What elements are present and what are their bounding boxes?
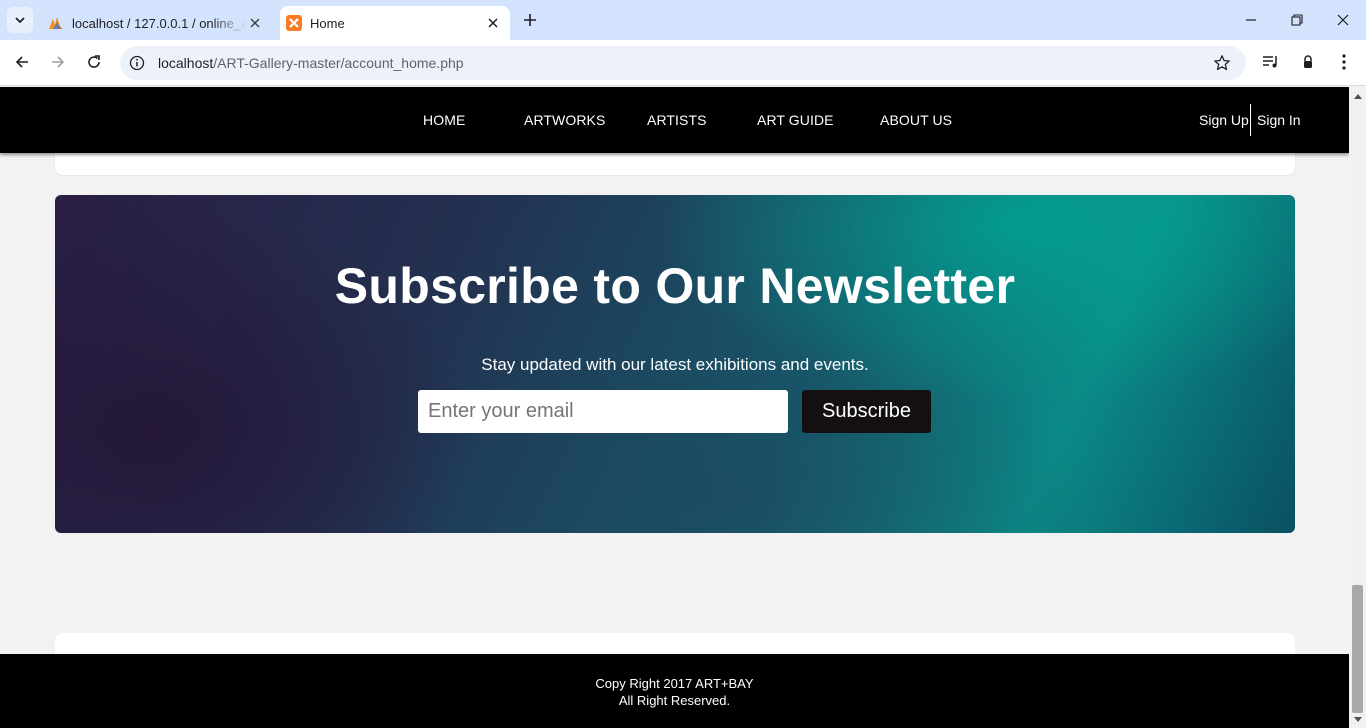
- url-text: localhost/ART-Gallery-master/account_hom…: [158, 55, 464, 71]
- xampp-icon: [286, 15, 302, 31]
- close-icon[interactable]: [246, 14, 264, 32]
- reload-button[interactable]: [80, 48, 108, 76]
- media-controls-button[interactable]: [1257, 48, 1285, 76]
- new-tab-button[interactable]: [519, 9, 541, 31]
- sign-up-link[interactable]: Sign Up: [1199, 112, 1249, 128]
- tab-title: Home: [310, 15, 345, 31]
- browser-tab-bar: localhost / 127.0.0.1 / online_art Home: [0, 0, 1366, 40]
- tab-search-button[interactable]: [7, 7, 33, 33]
- reload-icon: [88, 55, 100, 68]
- nav-about-us[interactable]: ABOUT US: [880, 112, 952, 128]
- restore-icon: [1291, 14, 1303, 26]
- phpmyadmin-icon: [48, 15, 64, 31]
- lock-profile-icon: [1300, 54, 1316, 70]
- footer-rights: All Right Reserved.: [618, 693, 731, 708]
- nav-artworks[interactable]: ARTWORKS: [524, 112, 605, 128]
- arrow-left-icon: [15, 56, 28, 68]
- restore-button[interactable]: [1285, 8, 1309, 32]
- nav-art-guide[interactable]: ART GUIDE: [757, 112, 834, 128]
- site-navbar: HOME ARTWORKS ARTISTS ART GUIDE ABOUT US…: [0, 87, 1349, 153]
- url-host: localhost: [158, 55, 214, 71]
- nav-artists[interactable]: ARTISTS: [647, 112, 707, 128]
- scroll-up-arrow[interactable]: [1349, 89, 1366, 103]
- forward-button[interactable]: [44, 48, 72, 76]
- minimize-button[interactable]: [1239, 8, 1263, 32]
- tab-home[interactable]: Home: [280, 6, 510, 40]
- newsletter-section: Subscribe to Our Newsletter Stay updated…: [55, 195, 1295, 533]
- plus-icon: [524, 14, 536, 26]
- scrollbar-thumb[interactable]: [1352, 585, 1363, 713]
- chevron-down-icon: [15, 17, 25, 24]
- site-info-icon[interactable]: [128, 54, 146, 72]
- browser-menu-button[interactable]: [1330, 48, 1358, 76]
- more-vertical-icon: [1342, 54, 1346, 70]
- back-button[interactable]: [8, 48, 36, 76]
- tab-phpmyadmin[interactable]: localhost / 127.0.0.1 / online_art: [40, 6, 272, 40]
- subscribe-button[interactable]: Subscribe: [802, 390, 931, 433]
- newsletter-subtitle: Stay updated with our latest exhibitions…: [481, 355, 869, 374]
- nav-home[interactable]: HOME: [423, 112, 465, 128]
- browser-toolbar: localhost/ART-Gallery-master/account_hom…: [0, 40, 1366, 86]
- footer-copyright: Copy Right 2017 ART+BAY: [595, 676, 754, 691]
- triangle-up-icon: [1353, 94, 1362, 99]
- scroll-down-arrow[interactable]: [1349, 713, 1366, 727]
- page-scrollbar[interactable]: [1349, 87, 1366, 728]
- close-icon: [1337, 14, 1349, 26]
- sign-in-link[interactable]: Sign In: [1257, 112, 1301, 128]
- bookmark-star-icon[interactable]: [1212, 53, 1232, 73]
- minimize-icon: [1246, 19, 1256, 21]
- page-viewport: HOME ARTWORKS ARTISTS ART GUIDE ABOUT US…: [0, 87, 1349, 728]
- close-icon[interactable]: [484, 14, 502, 32]
- address-bar[interactable]: localhost/ART-Gallery-master/account_hom…: [120, 46, 1246, 80]
- email-input[interactable]: [418, 390, 788, 433]
- arrow-right-icon: [52, 56, 65, 68]
- media-playlist-icon: [1263, 56, 1277, 68]
- newsletter-title: Subscribe to Our Newsletter: [334, 258, 1016, 314]
- profile-button[interactable]: [1294, 48, 1322, 76]
- auth-divider: [1250, 104, 1251, 136]
- triangle-down-icon: [1353, 717, 1362, 722]
- tab-title: localhost / 127.0.0.1 / online_art: [72, 15, 246, 31]
- url-path: /ART-Gallery-master/account_home.php: [213, 55, 464, 71]
- site-footer: Copy Right 2017 ART+BAY All Right Reserv…: [0, 654, 1349, 728]
- window-close-button[interactable]: [1331, 8, 1355, 32]
